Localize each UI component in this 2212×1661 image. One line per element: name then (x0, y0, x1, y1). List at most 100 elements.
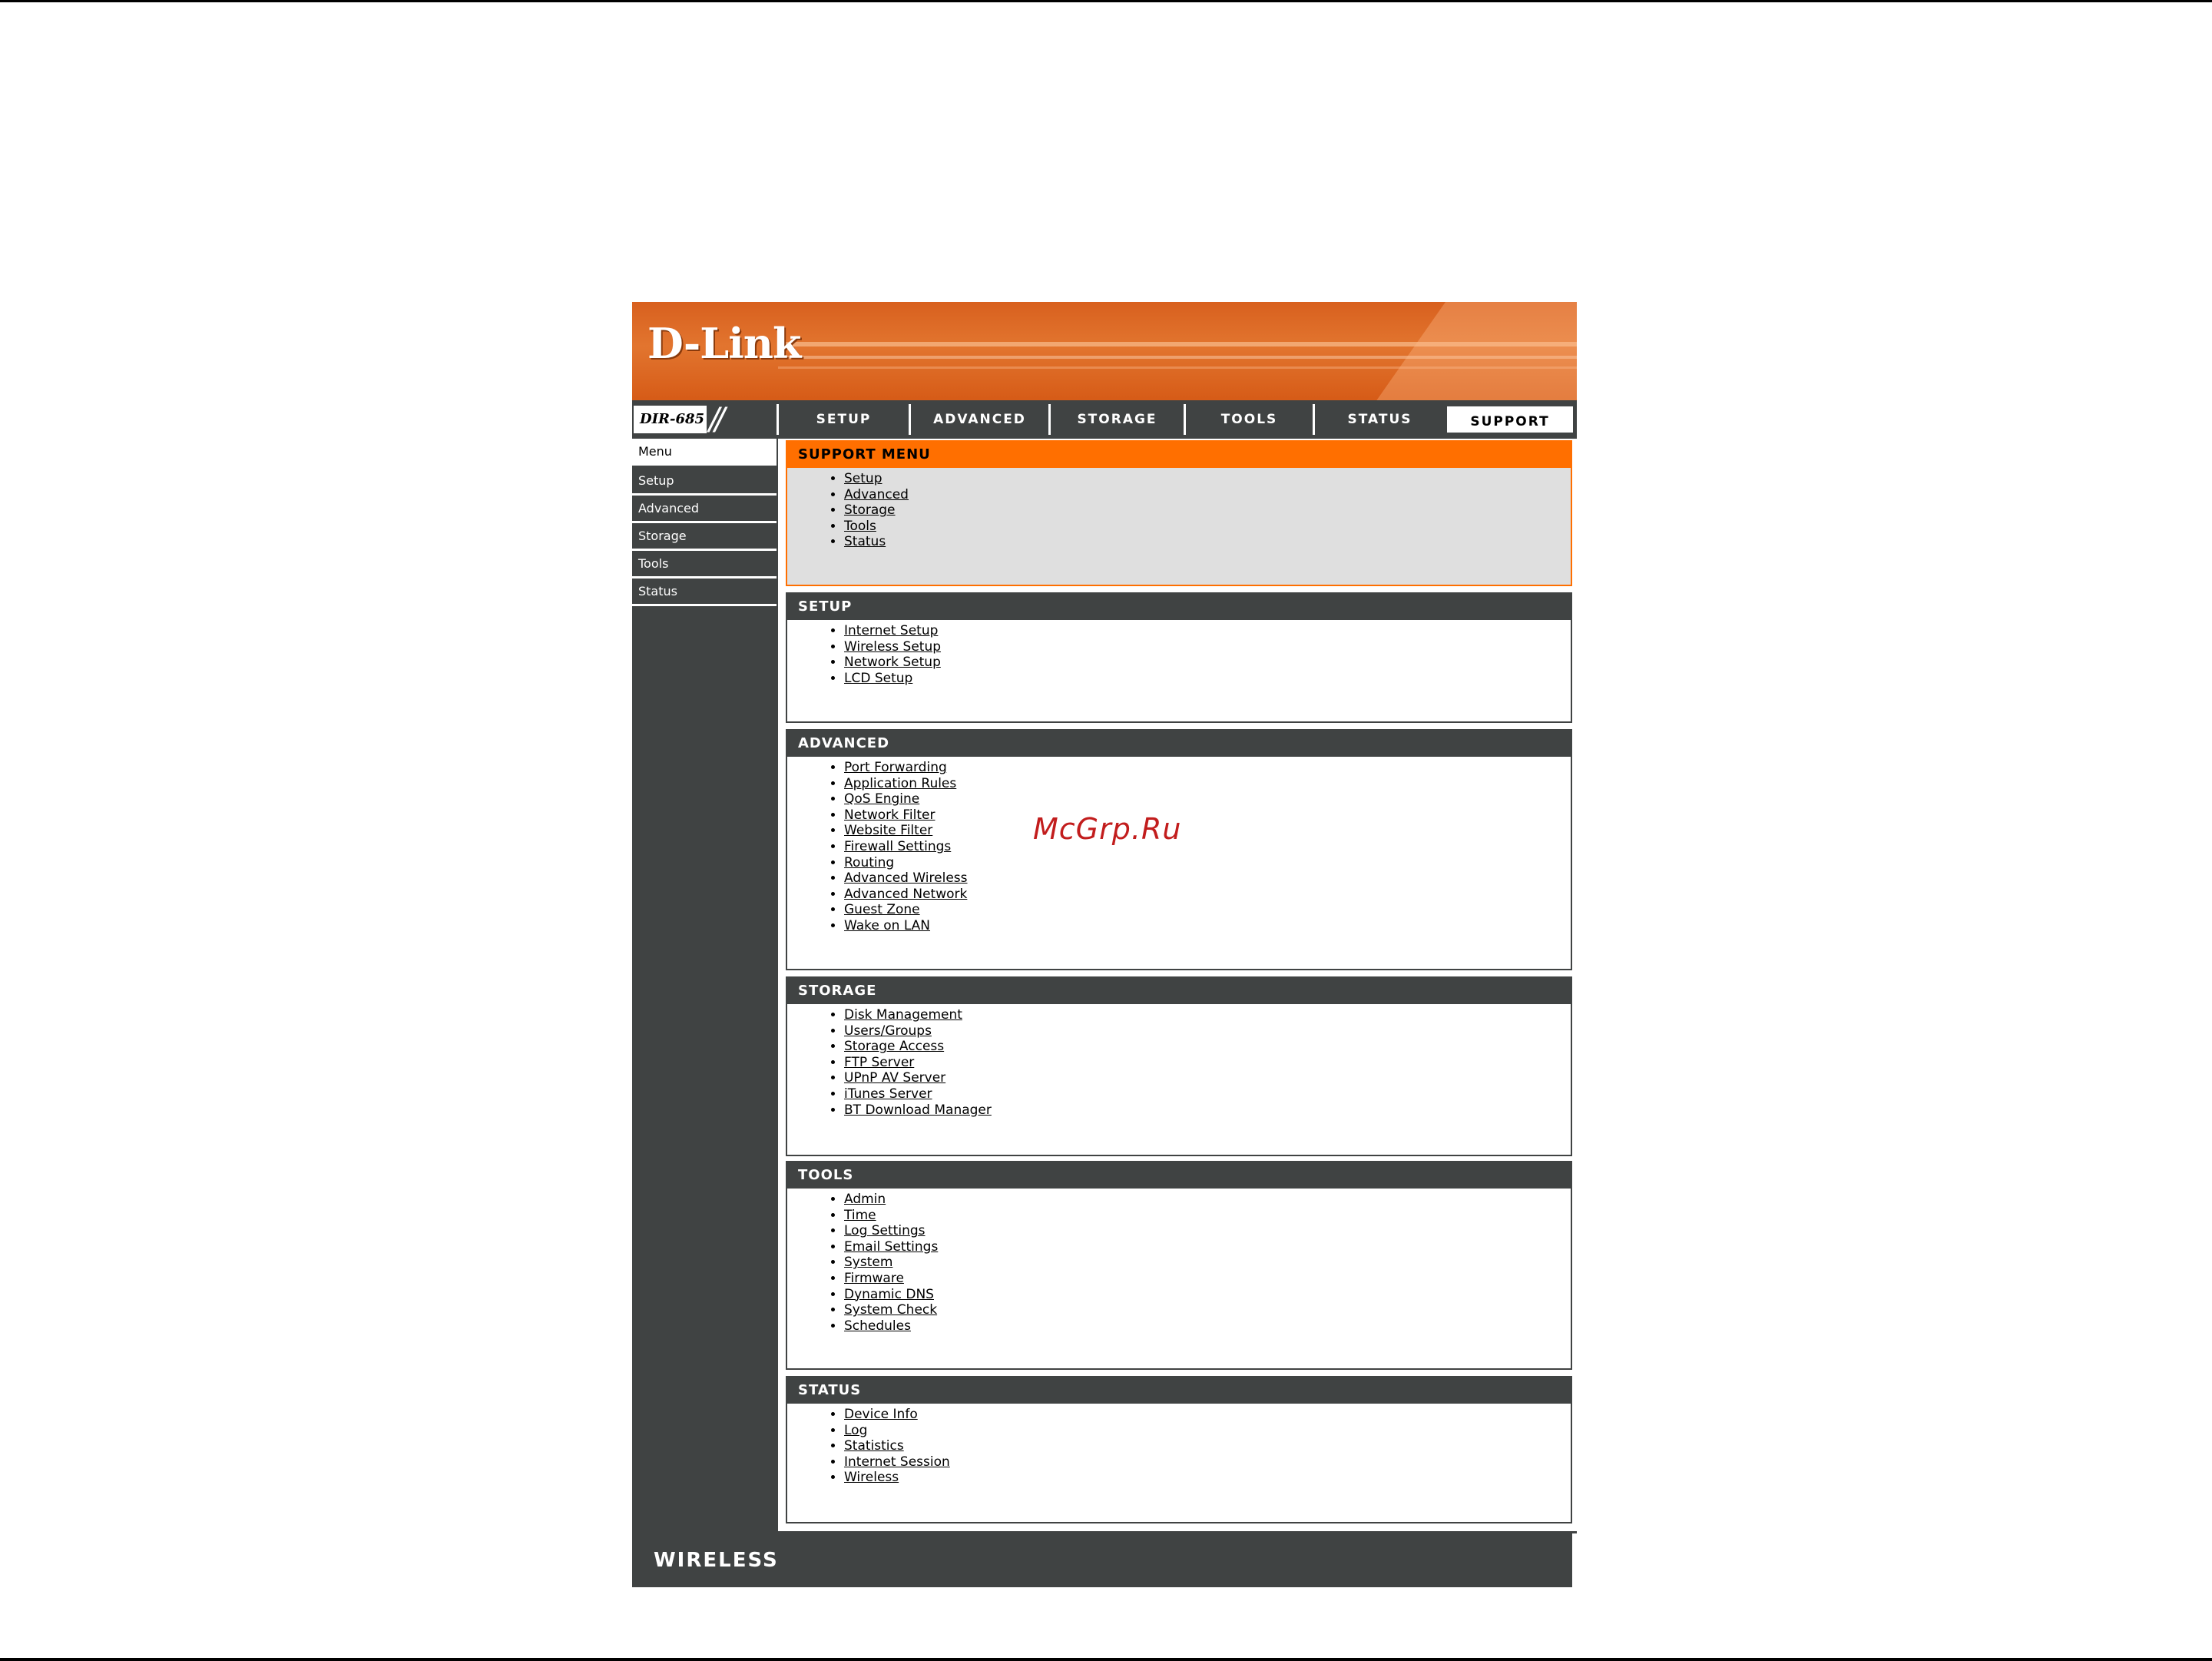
list-item[interactable]: Dynamic DNS (844, 1287, 1571, 1303)
list-item[interactable]: Wireless (844, 1470, 1571, 1486)
list-item[interactable]: Internet Setup (844, 623, 1571, 639)
link-system[interactable]: System (844, 1255, 892, 1270)
link-log-settings[interactable]: Log Settings (844, 1223, 926, 1238)
link-wireless-setup[interactable]: Wireless Setup (844, 639, 941, 655)
link-lcd-setup[interactable]: LCD Setup (844, 671, 912, 686)
sidebar-item-storage[interactable]: Storage (632, 523, 777, 551)
list-item[interactable]: Advanced (844, 487, 1571, 503)
list-item[interactable]: Network Setup (844, 655, 1571, 671)
list-item[interactable]: Tools (844, 519, 1571, 535)
link-wireless[interactable]: Wireless (844, 1470, 899, 1485)
tab-tools[interactable]: TOOLS (1184, 404, 1313, 435)
list-item[interactable]: Disk Management (844, 1007, 1571, 1023)
list-item[interactable]: BT Download Manager (844, 1102, 1571, 1119)
link-device-info[interactable]: Device Info (844, 1407, 918, 1422)
list-item[interactable]: System Check (844, 1302, 1571, 1318)
list-item[interactable]: Storage Access (844, 1039, 1571, 1055)
link-itunes-server[interactable]: iTunes Server (844, 1086, 932, 1102)
list-item[interactable]: Advanced Wireless (844, 870, 1571, 887)
sidebar-item-tools[interactable]: Tools (632, 551, 777, 579)
tab-advanced[interactable]: ADVANCED (909, 404, 1048, 435)
sidebar-item-status[interactable]: Status (632, 579, 777, 606)
sidebar-item-advanced[interactable]: Advanced (632, 496, 777, 523)
link-storage-access[interactable]: Storage Access (844, 1039, 944, 1054)
link-tools[interactable]: Tools (844, 519, 876, 534)
link-application-rules[interactable]: Application Rules (844, 776, 956, 791)
list-item[interactable]: Application Rules (844, 776, 1571, 792)
advanced-box: ADVANCED Port Forwarding Application Rul… (786, 729, 1572, 970)
list-item[interactable]: Firmware (844, 1271, 1571, 1287)
link-setup[interactable]: Setup (844, 471, 882, 486)
list-item[interactable]: Time (844, 1208, 1571, 1224)
list-item[interactable]: Website Filter (844, 823, 1571, 839)
link-ftp-server[interactable]: FTP Server (844, 1055, 914, 1070)
link-storage[interactable]: Storage (844, 502, 896, 518)
list-item[interactable]: FTP Server (844, 1055, 1571, 1071)
link-schedules[interactable]: Schedules (844, 1318, 911, 1334)
list-item[interactable]: Guest Zone (844, 902, 1571, 918)
router-ui-frame: D-Link DIR-685 // SETUP ADVANCED STORAGE… (632, 302, 1577, 1587)
list-item[interactable]: iTunes Server (844, 1086, 1571, 1102)
link-admin[interactable]: Admin (844, 1192, 886, 1207)
link-email-settings[interactable]: Email Settings (844, 1239, 938, 1255)
link-log[interactable]: Log (844, 1423, 867, 1438)
list-item[interactable]: Statistics (844, 1438, 1571, 1454)
link-users-groups[interactable]: Users/Groups (844, 1023, 932, 1039)
link-advanced[interactable]: Advanced (844, 487, 909, 502)
link-wake-on-lan[interactable]: Wake on LAN (844, 918, 930, 933)
list-item[interactable]: Wireless Setup (844, 639, 1571, 655)
link-disk-management[interactable]: Disk Management (844, 1007, 962, 1023)
footer-wireless-label: WIRELESS (654, 1549, 779, 1572)
link-time[interactable]: Time (844, 1208, 876, 1223)
list-item[interactable]: UPnP AV Server (844, 1070, 1571, 1086)
tab-support[interactable]: SUPPORT (1445, 404, 1575, 435)
list-item[interactable]: Admin (844, 1192, 1571, 1208)
link-network-setup[interactable]: Network Setup (844, 655, 941, 670)
link-qos-engine[interactable]: QoS Engine (844, 791, 919, 807)
list-item[interactable]: Internet Session (844, 1454, 1571, 1470)
link-system-check[interactable]: System Check (844, 1302, 937, 1318)
tab-status[interactable]: STATUS (1313, 404, 1445, 435)
list-item[interactable]: Log (844, 1423, 1571, 1439)
sidebar-item-setup[interactable]: Setup (632, 468, 777, 496)
list-item[interactable]: Log Settings (844, 1223, 1571, 1239)
list-item[interactable]: Email Settings (844, 1239, 1571, 1255)
tab-setup[interactable]: SETUP (777, 404, 909, 435)
link-upnp-av-server[interactable]: UPnP AV Server (844, 1070, 945, 1086)
link-firewall-settings[interactable]: Firewall Settings (844, 839, 951, 854)
list-item[interactable]: LCD Setup (844, 671, 1571, 687)
link-routing[interactable]: Routing (844, 855, 894, 870)
list-item[interactable]: Device Info (844, 1407, 1571, 1423)
list-item[interactable]: Routing (844, 855, 1571, 871)
list-item[interactable]: Network Filter (844, 807, 1571, 824)
link-guest-zone[interactable]: Guest Zone (844, 902, 920, 917)
link-network-filter[interactable]: Network Filter (844, 807, 935, 823)
list-item[interactable]: Schedules (844, 1318, 1571, 1334)
link-website-filter[interactable]: Website Filter (844, 823, 932, 838)
list-item[interactable]: Firewall Settings (844, 839, 1571, 855)
link-status[interactable]: Status (844, 534, 886, 549)
link-internet-setup[interactable]: Internet Setup (844, 623, 938, 638)
tab-storage[interactable]: STORAGE (1048, 404, 1184, 435)
link-bt-download-manager[interactable]: BT Download Manager (844, 1102, 992, 1118)
link-firmware[interactable]: Firmware (844, 1271, 904, 1286)
list-item[interactable]: Setup (844, 471, 1571, 487)
model-badge: DIR-685 (634, 406, 707, 433)
sidebar-item-menu[interactable]: Menu (632, 439, 777, 468)
link-advanced-network[interactable]: Advanced Network (844, 887, 967, 902)
list-item[interactable]: QoS Engine (844, 791, 1571, 807)
list-item[interactable]: Users/Groups (844, 1023, 1571, 1039)
list-item[interactable]: Wake on LAN (844, 918, 1571, 934)
link-dynamic-dns[interactable]: Dynamic DNS (844, 1287, 934, 1302)
list-item[interactable]: Status (844, 534, 1571, 550)
top-nav: DIR-685 // SETUP ADVANCED STORAGE TOOLS … (632, 403, 1577, 436)
link-port-forwarding[interactable]: Port Forwarding (844, 760, 947, 775)
link-statistics[interactable]: Statistics (844, 1438, 904, 1454)
list-item[interactable]: Storage (844, 502, 1571, 519)
link-internet-session[interactable]: Internet Session (844, 1454, 950, 1470)
list-item[interactable]: Advanced Network (844, 887, 1571, 903)
link-advanced-wireless[interactable]: Advanced Wireless (844, 870, 968, 886)
list-item[interactable]: Port Forwarding (844, 760, 1571, 776)
list-item[interactable]: System (844, 1255, 1571, 1271)
brand-header: D-Link (632, 302, 1577, 400)
